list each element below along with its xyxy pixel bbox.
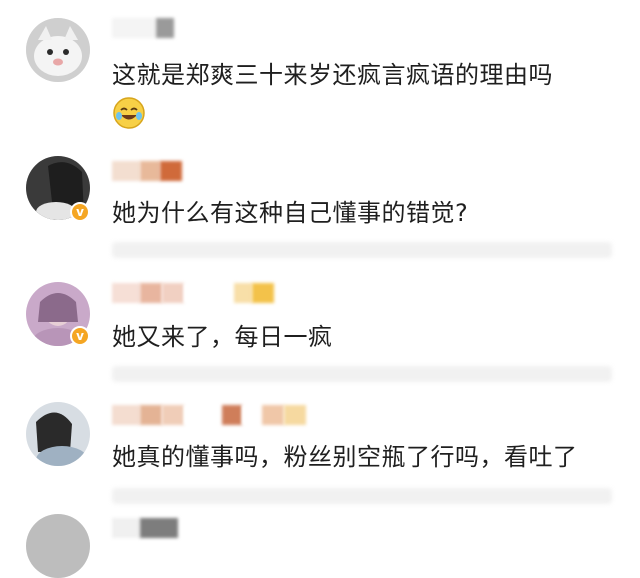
comment-meta-redacted: [112, 242, 612, 258]
username-redacted[interactable]: [112, 18, 174, 40]
username-redacted[interactable]: [112, 518, 178, 540]
avatar[interactable]: [26, 514, 90, 578]
cat-avatar-icon: [26, 18, 90, 82]
avatar[interactable]: [26, 402, 90, 466]
username-redacted[interactable]: [112, 161, 182, 183]
verified-badge-icon: v: [70, 326, 90, 346]
username-redacted[interactable]: [112, 283, 274, 305]
laughing-crying-emoji-icon: [113, 97, 145, 129]
verified-badge-icon: v: [70, 202, 90, 222]
user-photo-icon: [26, 402, 90, 466]
comment-text: 这就是郑爽三十来岁还疯言疯语的理由吗: [112, 61, 553, 89]
comment-text: 她又来了，每日一疯: [112, 323, 333, 351]
username-redacted[interactable]: [112, 405, 306, 427]
comment-text: 她为什么有这种自己懂事的错觉?: [112, 199, 469, 227]
comment-meta-redacted: [112, 488, 612, 504]
avatar[interactable]: [26, 18, 90, 82]
comment-text: 她真的懂事吗，粉丝别空瓶了行吗，看吐了: [112, 443, 578, 471]
comment-meta-redacted: [112, 366, 612, 382]
